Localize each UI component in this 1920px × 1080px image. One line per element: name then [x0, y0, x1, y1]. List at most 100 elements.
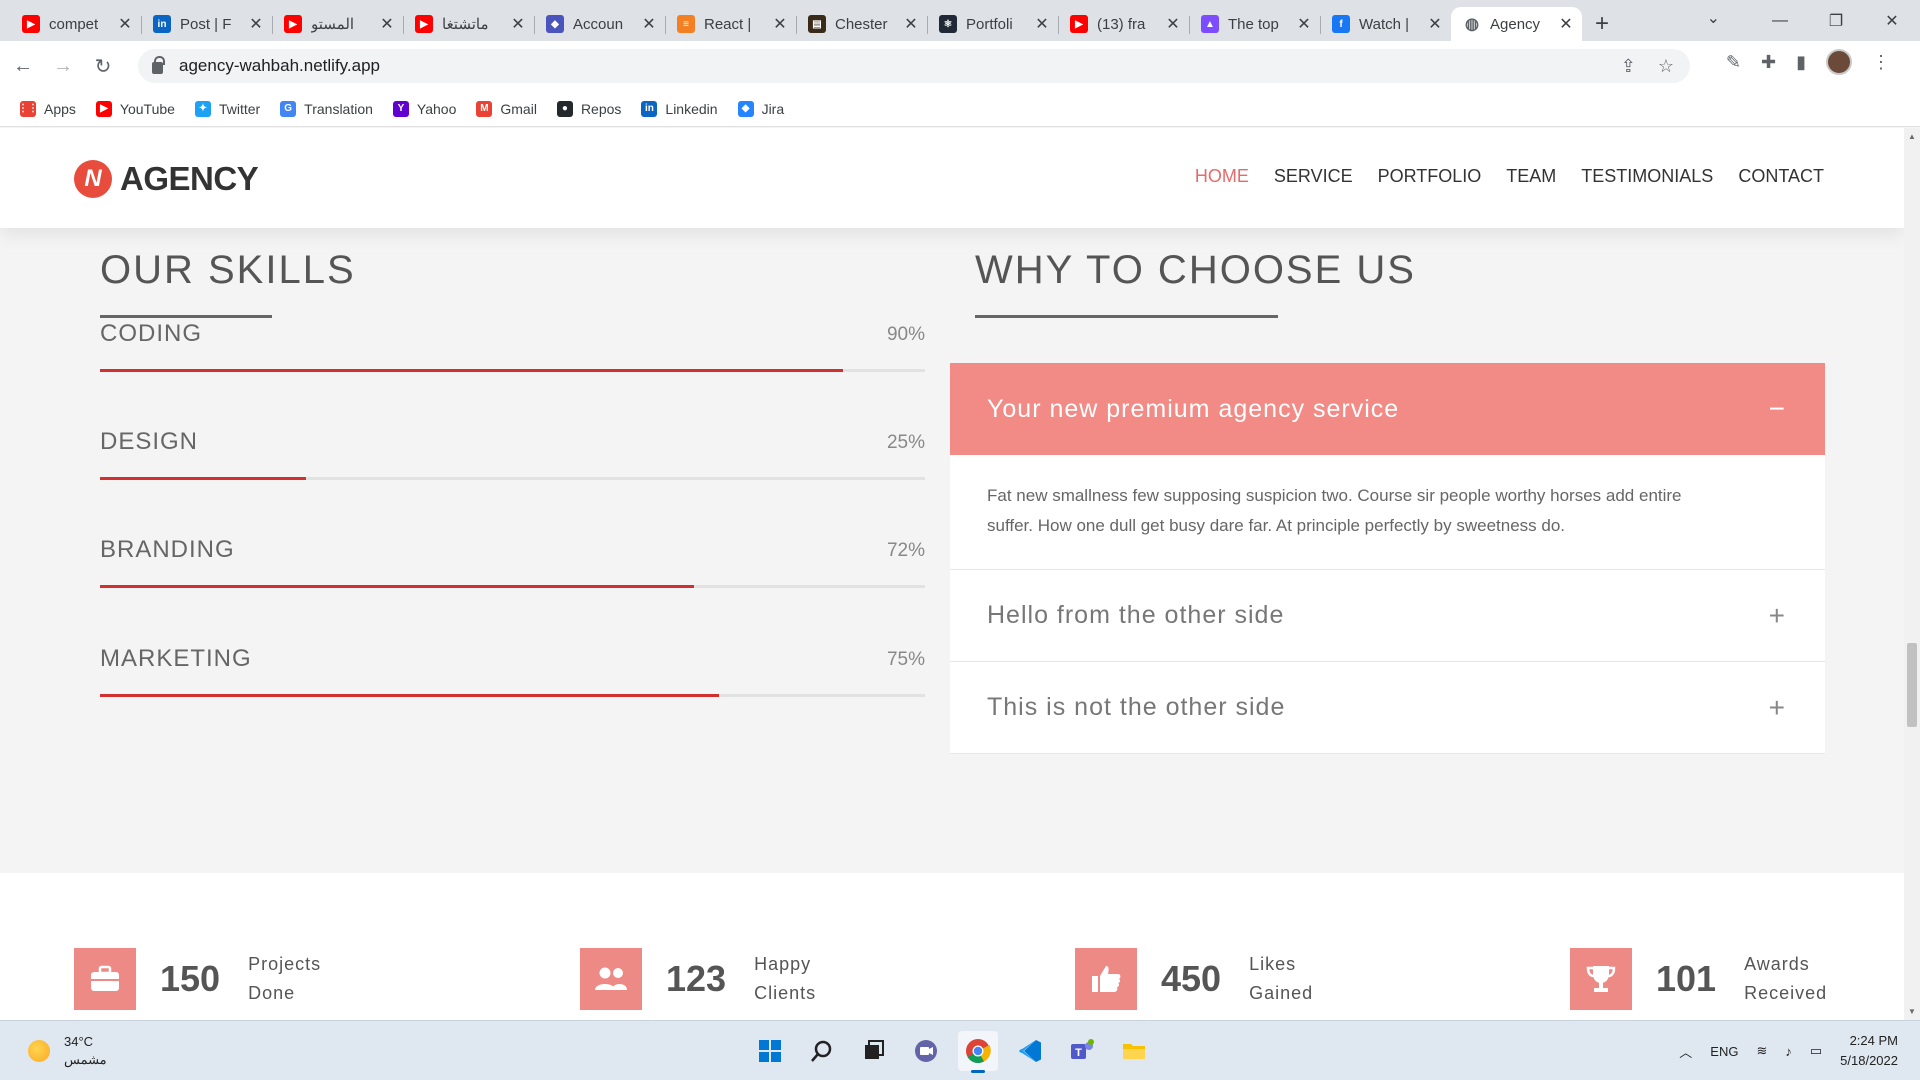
- site-header: N AGENCY HOME SERVICE PORTFOLIO TEAM TESTIMO…: [0, 128, 1904, 228]
- expand-plus-icon[interactable]: +: [1769, 600, 1785, 632]
- search-icon[interactable]: [802, 1031, 842, 1071]
- tab-close-icon[interactable]: ✕: [1165, 14, 1181, 34]
- browser-tab[interactable]: ▶ المستو ✕: [272, 7, 403, 41]
- skill-name: BRANDING: [100, 536, 235, 563]
- file-explorer-icon[interactable]: [1114, 1031, 1154, 1071]
- accordion-header[interactable]: This is not the other side +: [950, 662, 1825, 754]
- scroll-up-arrow[interactable]: ▲: [1908, 132, 1916, 141]
- browser-tab[interactable]: ◆ Accoun ✕: [534, 7, 665, 41]
- github-icon: ●: [556, 100, 573, 117]
- bookmark-star-icon[interactable]: ☆: [1658, 56, 1674, 77]
- tab-title: Watch |: [1359, 15, 1410, 33]
- share-icon[interactable]: ⇪: [1621, 56, 1636, 77]
- lock-icon[interactable]: [152, 56, 165, 74]
- windows-start-icon[interactable]: [750, 1031, 790, 1071]
- browser-tab[interactable]: ◍ Agency ✕: [1451, 7, 1582, 41]
- bookmark-item[interactable]: ◆ Jira: [737, 100, 785, 117]
- url-text[interactable]: agency-wahbah.netlify.app: [179, 56, 380, 76]
- chrome-icon[interactable]: [958, 1031, 998, 1073]
- system-tray: ︿ ENG ≋ ♪ ▭ 2:24 PM 5/18/2022: [1679, 1021, 1898, 1080]
- why-title: WHY TO CHOOSE US: [975, 248, 1416, 292]
- skill-progress-fill: [100, 369, 843, 372]
- stat-label-line1: Happy: [754, 954, 812, 974]
- tab-list: ▶ compet ✕ in Post | F ✕ ▶ المستو ✕ ▶ ماتشتغا ✕ ◆ Acc…: [10, 7, 1582, 41]
- tab-close-icon[interactable]: ✕: [248, 14, 264, 34]
- restore-button[interactable]: ❐: [1808, 0, 1864, 41]
- accordion-header[interactable]: Your new premium agency service −: [950, 363, 1825, 455]
- browser-tab[interactable]: ▶ compet ✕: [10, 7, 141, 41]
- wifi-icon[interactable]: ≋: [1756, 1043, 1767, 1059]
- bookmark-item[interactable]: Y Yahoo: [392, 100, 456, 117]
- page-scrollbar[interactable]: ▲ ▼: [1904, 128, 1920, 1020]
- tab-close-icon[interactable]: ✕: [1296, 14, 1312, 34]
- react-icon: ⚛: [939, 15, 957, 33]
- skill-name: MARKETING: [100, 645, 252, 672]
- scroll-thumb[interactable]: [1907, 643, 1917, 727]
- browser-tab[interactable]: ▶ ماتشتغا ✕: [403, 7, 534, 41]
- bookmark-item[interactable]: G Translation: [280, 100, 373, 117]
- teams-icon[interactable]: T: [1062, 1031, 1102, 1071]
- reload-button[interactable]: ↻: [86, 49, 120, 83]
- language-indicator[interactable]: ENG: [1710, 1044, 1738, 1059]
- bookmark-item[interactable]: ▶ YouTube: [95, 100, 175, 117]
- battery-icon[interactable]: ▭: [1810, 1043, 1822, 1059]
- chat-icon[interactable]: [906, 1031, 946, 1071]
- bookmark-item[interactable]: ⋮⋮ Apps: [18, 100, 76, 117]
- tab-close-icon[interactable]: ✕: [510, 14, 526, 34]
- tab-close-icon[interactable]: ✕: [903, 14, 919, 34]
- nav-link-service[interactable]: SERVICE: [1274, 166, 1353, 187]
- profile-avatar[interactable]: [1826, 49, 1852, 75]
- nav-link-portfolio[interactable]: PORTFOLIO: [1378, 166, 1482, 187]
- weather-widget[interactable]: 34°C مشمس: [28, 1033, 107, 1069]
- browser-tab[interactable]: ≡ React | ✕: [665, 7, 796, 41]
- browser-tab[interactable]: ▶ (13) fra ✕: [1058, 7, 1189, 41]
- clock-date: 5/18/2022: [1840, 1053, 1898, 1068]
- nav-link-home[interactable]: HOME: [1195, 166, 1249, 187]
- new-tab-button[interactable]: +: [1582, 7, 1622, 41]
- show-hidden-icons-icon[interactable]: ︿: [1679, 1042, 1692, 1061]
- extensions-puzzle-icon[interactable]: ✚: [1761, 52, 1776, 73]
- bookmark-item[interactable]: in Linkedin: [641, 100, 718, 117]
- tab-title: Portfoli: [966, 15, 1013, 33]
- back-button[interactable]: ←: [6, 49, 40, 83]
- minimize-button[interactable]: —: [1752, 0, 1808, 41]
- expand-plus-icon[interactable]: +: [1769, 692, 1785, 724]
- accordion-header[interactable]: Hello from the other side +: [950, 570, 1825, 662]
- menu-kebab-icon[interactable]: ⋮: [1872, 52, 1890, 73]
- tab-title: (13) fra: [1097, 15, 1146, 33]
- scroll-down-arrow[interactable]: ▼: [1908, 1007, 1916, 1016]
- tab-close-icon[interactable]: ✕: [117, 14, 133, 34]
- forward-button[interactable]: →: [46, 49, 80, 83]
- side-panel-icon[interactable]: ▮: [1796, 52, 1806, 73]
- tab-close-icon[interactable]: ✕: [772, 14, 788, 34]
- eyedropper-icon[interactable]: ✎: [1726, 52, 1741, 73]
- tab-close-icon[interactable]: ✕: [1427, 14, 1443, 34]
- tab-search-icon[interactable]: ⌄: [1707, 8, 1720, 28]
- clock[interactable]: 2:24 PM 5/18/2022: [1840, 1031, 1898, 1071]
- stat-label: Likes Gained: [1249, 950, 1313, 1008]
- tab-close-icon[interactable]: ✕: [1034, 14, 1050, 34]
- volume-icon[interactable]: ♪: [1785, 1044, 1792, 1059]
- browser-tab[interactable]: ⚛ Portfoli ✕: [927, 7, 1058, 41]
- bookmark-item[interactable]: ✦ Twitter: [194, 100, 260, 117]
- tab-close-icon[interactable]: ✕: [379, 14, 395, 34]
- task-view-icon[interactable]: [854, 1031, 894, 1071]
- nav-link-team[interactable]: TEAM: [1506, 166, 1556, 187]
- tab-close-icon[interactable]: ✕: [641, 14, 657, 34]
- bookmark-item[interactable]: ● Repos: [556, 100, 621, 117]
- close-window-button[interactable]: ✕: [1864, 0, 1920, 41]
- bookmark-item[interactable]: M Gmail: [476, 100, 537, 117]
- tab-close-icon[interactable]: ✕: [1558, 14, 1574, 34]
- browser-tab[interactable]: ▲ The top ✕: [1189, 7, 1320, 41]
- vscode-icon[interactable]: [1010, 1031, 1050, 1071]
- address-bar[interactable]: agency-wahbah.netlify.app ⇪ ☆: [138, 49, 1690, 83]
- browser-tab[interactable]: f Watch | ✕: [1320, 7, 1451, 41]
- collapse-minus-icon[interactable]: −: [1769, 393, 1785, 425]
- browser-tab[interactable]: in Post | F ✕: [141, 7, 272, 41]
- site-logo[interactable]: N AGENCY: [74, 160, 259, 198]
- bookmark-label: Jira: [761, 100, 785, 117]
- nav-link-contact[interactable]: CONTACT: [1738, 166, 1824, 187]
- browser-tab[interactable]: ▤ Chester ✕: [796, 7, 927, 41]
- thumbs-up-icon: [1075, 948, 1137, 1010]
- nav-link-testimonials[interactable]: TESTIMONIALS: [1581, 166, 1713, 187]
